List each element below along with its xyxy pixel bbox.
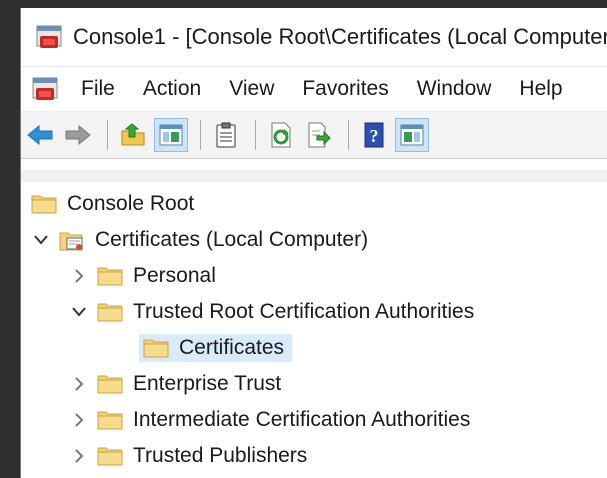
export-list-icon bbox=[308, 122, 331, 148]
properties-button[interactable] bbox=[209, 118, 243, 152]
menu-file[interactable]: File bbox=[67, 77, 129, 101]
chevron-right-icon[interactable] bbox=[69, 374, 89, 394]
toolbar-separator bbox=[348, 120, 349, 150]
show-hide-action-pane-button[interactable] bbox=[395, 118, 429, 152]
show-hide-console-tree-button[interactable] bbox=[154, 118, 188, 152]
folder-icon bbox=[97, 410, 123, 430]
tree-item-label: Trusted Publishers bbox=[133, 444, 308, 467]
mmc-console-icon bbox=[35, 23, 63, 51]
console-tree: Console Root Certificates (Local Compute… bbox=[21, 170, 607, 478]
refresh-icon bbox=[271, 122, 291, 148]
tree-item-trusted-root-certification-authorities[interactable]: Trusted Root Certification Authorities bbox=[21, 294, 607, 330]
menu-help[interactable]: Help bbox=[505, 77, 576, 101]
show-hide-action-pane-icon bbox=[400, 124, 424, 146]
folder-icon bbox=[97, 374, 123, 394]
tree-item-personal[interactable]: Personal bbox=[21, 258, 607, 294]
folder-icon bbox=[97, 266, 123, 286]
chevron-down-icon[interactable] bbox=[31, 230, 51, 250]
toolbar: ? bbox=[21, 112, 607, 159]
folder-icon bbox=[31, 194, 57, 214]
export-list-button[interactable] bbox=[302, 118, 336, 152]
back-arrow-icon bbox=[27, 125, 53, 145]
forward-button[interactable] bbox=[61, 118, 95, 152]
help-icon: ? bbox=[364, 122, 384, 148]
selection-highlight: Certificates bbox=[139, 334, 293, 362]
chevron-right-icon[interactable] bbox=[69, 410, 89, 430]
tree-item-certificates-local-computer[interactable]: Certificates (Local Computer) bbox=[21, 222, 607, 258]
back-button[interactable] bbox=[23, 118, 57, 152]
menu-window[interactable]: Window bbox=[403, 77, 506, 101]
folder-icon bbox=[143, 338, 169, 358]
toolbar-separator bbox=[200, 120, 201, 150]
menu-bar: File Action View Favorites Window Help bbox=[21, 67, 607, 112]
tree-item-label: Enterprise Trust bbox=[133, 372, 282, 395]
chevron-right-icon[interactable] bbox=[69, 266, 89, 286]
toolbar-separator bbox=[107, 120, 108, 150]
tree-item-label: Certificates (Local Computer) bbox=[95, 228, 369, 251]
system-menu-icon[interactable] bbox=[31, 75, 59, 103]
window-title: Console1 - [Console Root\Certificates (L… bbox=[73, 24, 607, 49]
show-hide-console-tree-icon bbox=[159, 124, 183, 146]
tree-item-console-root[interactable]: Console Root bbox=[21, 186, 607, 222]
folder-icon bbox=[97, 446, 123, 466]
mmc-window: Console1 - [Console Root\Certificates (L… bbox=[20, 8, 607, 478]
toolbar-separator bbox=[255, 120, 256, 150]
menu-favorites[interactable]: Favorites bbox=[288, 77, 402, 101]
tree-item-label: Personal bbox=[133, 264, 216, 287]
tree-item-label: Console Root bbox=[67, 192, 195, 215]
refresh-button[interactable] bbox=[264, 118, 298, 152]
folder-icon bbox=[97, 302, 123, 322]
title-bar[interactable]: Console1 - [Console Root\Certificates (L… bbox=[21, 8, 607, 67]
menu-view[interactable]: View bbox=[215, 77, 288, 101]
forward-arrow-icon bbox=[65, 125, 91, 145]
tree-item-label: Intermediate Certification Authorities bbox=[133, 408, 471, 431]
certificate-snapin-icon bbox=[59, 230, 85, 251]
svg-text:?: ? bbox=[370, 126, 379, 146]
chevron-down-icon[interactable] bbox=[69, 302, 89, 322]
menu-action[interactable]: Action bbox=[129, 77, 215, 101]
up-folder-icon bbox=[121, 123, 145, 146]
tree-item-label: Trusted Root Certification Authorities bbox=[133, 300, 475, 323]
chevron-right-icon[interactable] bbox=[69, 446, 89, 466]
tree-item-label: Certificates bbox=[179, 336, 285, 359]
tree-item-intermediate-certification-authorities[interactable]: Intermediate Certification Authorities bbox=[21, 402, 607, 438]
tree-item-enterprise-trust[interactable]: Enterprise Trust bbox=[21, 366, 607, 402]
tree-item-trusted-root-certificates[interactable]: Certificates bbox=[21, 330, 607, 366]
help-button[interactable]: ? bbox=[357, 118, 391, 152]
up-one-level-button[interactable] bbox=[116, 118, 150, 152]
clipboard-icon bbox=[216, 122, 236, 148]
